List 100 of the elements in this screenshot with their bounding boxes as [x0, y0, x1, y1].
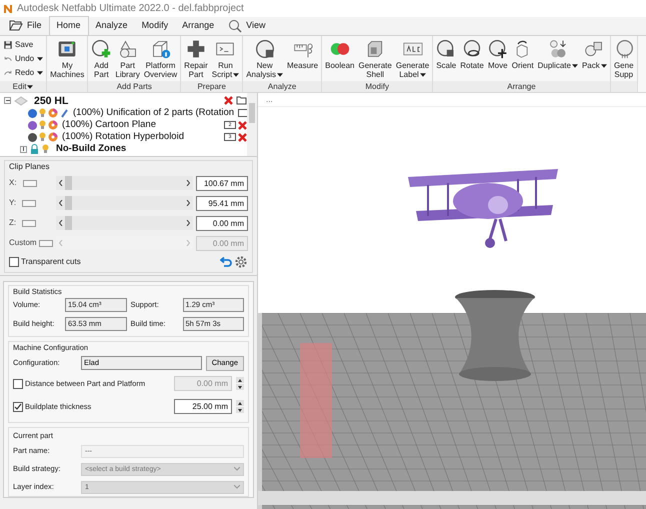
packed-shapes-icon	[584, 39, 604, 59]
ribbon-button[interactable]: Run Script	[210, 39, 242, 81]
menu-tab[interactable]: Home	[48, 16, 89, 35]
tree-item[interactable]: (100%) Cartoon Plane	[62, 119, 156, 131]
slider-thumb[interactable]	[65, 216, 72, 230]
menu-tab[interactable]: Arrange	[175, 16, 222, 35]
printer-icon	[57, 39, 78, 59]
window-title: Autodesk Netfabb Ultimate 2022.0 - del.fabbproject	[17, 2, 244, 16]
wrench-icon[interactable]	[60, 108, 69, 118]
ribbon-button[interactable]: Generate Label	[394, 39, 432, 81]
color-swatch[interactable]	[22, 220, 36, 226]
slider-thumb[interactable]	[65, 196, 72, 210]
close-icon[interactable]	[238, 120, 247, 130]
lightbulb-icon[interactable]	[39, 132, 46, 142]
platform-icon	[14, 96, 28, 106]
color-swatch[interactable]	[22, 200, 36, 206]
value-field[interactable]: 95.41 mm	[196, 196, 248, 210]
menu-tab[interactable]: View	[221, 16, 272, 35]
slider-track[interactable]	[56, 196, 193, 210]
caret-icon	[420, 72, 426, 77]
ribbon-group-label[interactable]: Edit	[12, 82, 34, 92]
value-field[interactable]: 25.00 mm	[174, 399, 232, 414]
ribbon-button[interactable]: Pack	[580, 39, 609, 81]
color-wheel-icon[interactable]	[48, 132, 58, 142]
axis-label: Custom	[9, 237, 37, 249]
section-title: Clip Planes	[9, 161, 50, 173]
spin-buttons[interactable]	[236, 400, 244, 413]
ribbon-button[interactable]: Scale	[434, 39, 458, 81]
ribbon-button[interactable]: Repair Part	[182, 39, 210, 81]
ribbon-button[interactable]: Generate Shell	[356, 39, 394, 81]
ribbon-button[interactable]: New Analysis	[244, 39, 285, 81]
ribbon-button[interactable]: Platform Overview	[142, 39, 180, 81]
search-icon	[228, 18, 242, 32]
undo-arrow-icon[interactable]	[220, 257, 232, 267]
color-swatch[interactable]	[22, 180, 37, 186]
settings-icon[interactable]	[234, 255, 248, 269]
ribbon-button[interactable]: Move	[486, 39, 510, 81]
tree-item[interactable]: 250 HL	[34, 94, 68, 106]
color-wheel-icon[interactable]	[48, 120, 58, 130]
lightbulb-icon[interactable]	[39, 120, 46, 130]
ribbon-group-label: Analyze	[268, 82, 296, 92]
value-field[interactable]: 0.00 mm	[196, 216, 248, 230]
chevron-down-icon	[234, 485, 240, 489]
axis-label: Z:	[9, 217, 16, 229]
axis-label: Y:	[9, 197, 16, 209]
ribbon-group-label: Prepare	[197, 82, 226, 92]
sphere-move-icon	[488, 39, 508, 59]
caret-icon	[600, 64, 607, 68]
slider-track[interactable]	[56, 216, 193, 230]
sphere-icon	[254, 39, 275, 59]
shapes-icon	[118, 39, 138, 59]
caret-icon	[572, 64, 578, 68]
chevron-down-icon	[234, 467, 240, 471]
caret-icon	[233, 72, 240, 77]
ribbon-button[interactable]: Rotate	[458, 39, 486, 81]
ribbon-group-label: Modify	[365, 82, 389, 92]
app-logo-icon	[3, 4, 13, 14]
sphere-rotate-icon	[462, 39, 482, 59]
spin-buttons[interactable]	[236, 377, 244, 390]
ribbon-button[interactable]: Add Part	[89, 39, 114, 81]
scrollbar[interactable]	[247, 93, 257, 156]
sphere-plus-icon	[91, 39, 112, 59]
ribbon-button[interactable]: Orient	[510, 39, 536, 81]
collapse-toggle[interactable]	[4, 97, 11, 104]
ribbon-button[interactable]: Redo	[3, 66, 44, 79]
ribbon-button[interactable]: Measure	[285, 39, 320, 81]
ribbon-button[interactable]: Part Library	[113, 39, 142, 81]
checkbox[interactable]	[13, 378, 23, 388]
ribbon-button[interactable]: Duplicate	[536, 39, 580, 81]
menu-tab[interactable]: Modify	[134, 16, 176, 35]
lightbulb-icon[interactable]	[42, 144, 49, 154]
menu-tab[interactable]: File	[2, 16, 49, 35]
ribbon-button[interactable]: Boolean	[323, 39, 356, 81]
folder-icon	[9, 20, 23, 31]
slider-track[interactable]	[56, 176, 193, 190]
ribbon-button[interactable]: My Machines	[48, 39, 86, 81]
color-wheel-icon[interactable]	[48, 108, 58, 118]
ribbon-button[interactable]: Gene Supp	[612, 39, 636, 81]
cube-info-icon	[150, 39, 170, 59]
expand-toggle[interactable]	[20, 146, 27, 152]
caret-icon	[37, 56, 44, 60]
close-icon[interactable]	[224, 96, 233, 105]
lightbulb-icon[interactable]	[39, 108, 46, 118]
folder-icon[interactable]	[236, 96, 247, 105]
checkbox[interactable]	[9, 257, 19, 267]
ribbon-group-label: Add Parts	[116, 82, 152, 92]
ribbon-button[interactable]: Undo	[3, 52, 44, 65]
checkbox[interactable]	[13, 402, 23, 412]
value-field[interactable]: 100.67 mm	[196, 176, 248, 190]
tree-item[interactable]: No-Build Zones	[56, 143, 126, 155]
menu-tab[interactable]: Analyze	[88, 16, 135, 35]
tree-item[interactable]: (100%) Unification of 2 parts (Rotation	[73, 107, 234, 119]
tree-item[interactable]: (100%) Rotation Hyperboloid	[62, 131, 184, 143]
plus-icon	[186, 39, 206, 59]
caret-icon	[27, 84, 34, 88]
color-swatch[interactable]	[39, 240, 53, 246]
close-icon[interactable]	[238, 132, 247, 142]
slider-thumb[interactable]	[65, 176, 72, 190]
ribbon-button[interactable]: Save	[3, 38, 44, 51]
view-tab[interactable]: ...	[258, 94, 281, 106]
